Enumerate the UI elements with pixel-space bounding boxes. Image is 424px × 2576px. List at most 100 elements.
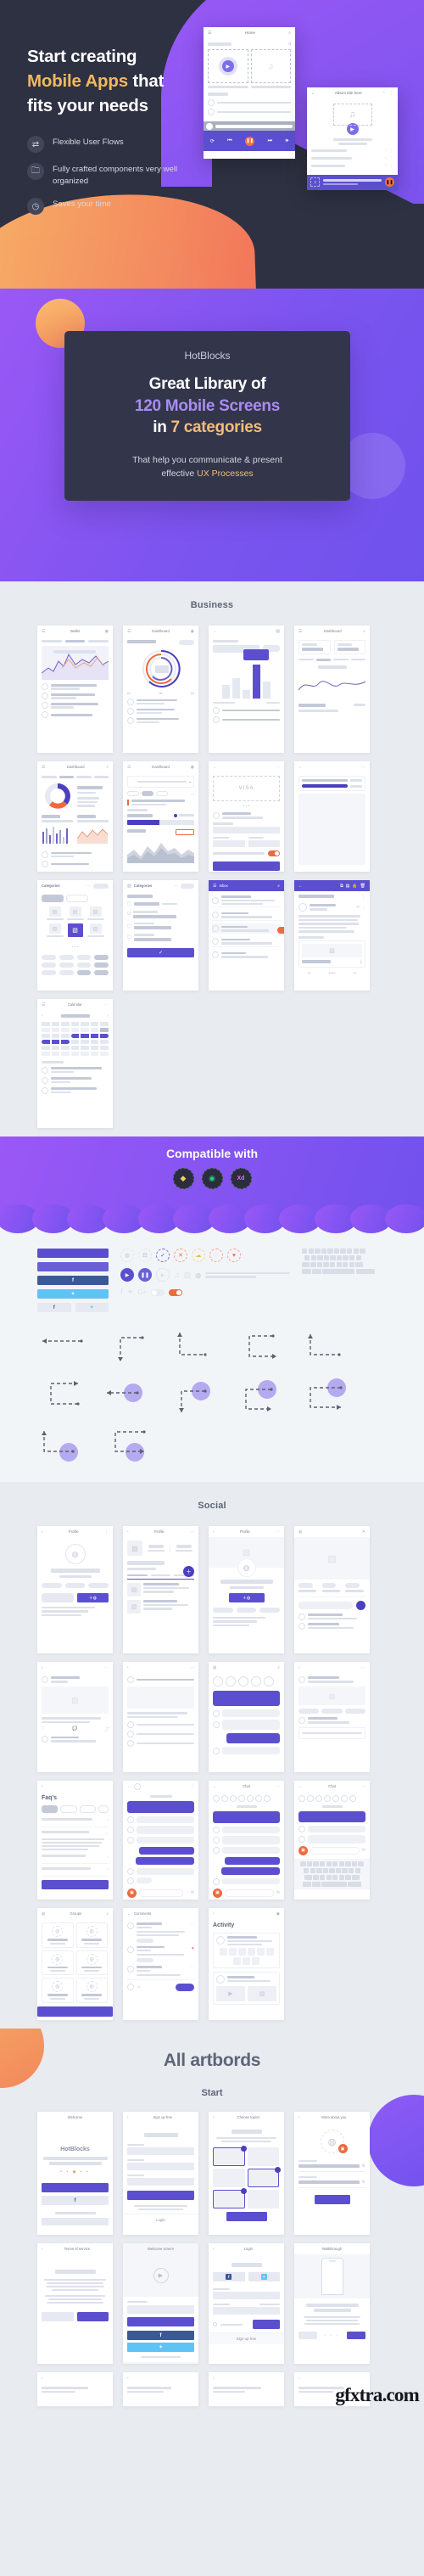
forward-icon[interactable]: ↪	[353, 971, 356, 976]
faq-item[interactable]: ›	[42, 1818, 109, 1827]
prev-month-icon[interactable]: ‹	[42, 1013, 43, 1019]
more-icon[interactable]: ⋯	[276, 765, 280, 770]
back-arrow-icon[interactable]: ‹	[127, 2115, 129, 2120]
password-field[interactable]	[127, 2178, 194, 2186]
chip-active[interactable]	[94, 955, 109, 960]
activity-card[interactable]: ▶ ▧	[213, 1971, 280, 2005]
screen-card[interactable]: ‹ Profile ⋮ ◍ ＋◍	[37, 1526, 113, 1653]
figma-logo-icon[interactable]: ◉	[201, 1168, 223, 1189]
chip[interactable]	[60, 1805, 77, 1813]
back-arrow-icon[interactable]: ‹	[298, 1665, 300, 1670]
story-avatar[interactable]	[226, 1676, 236, 1686]
swipe-action[interactable]	[277, 927, 284, 934]
get-started-button[interactable]	[42, 2183, 109, 2192]
download-icon[interactable]: ⤓	[360, 959, 362, 964]
screen-card[interactable]: ← ⧉ ▤ 🔒 🗑 ⋮ ↩ ⋮ ▧ ⤓ ↩ ↩↩ ↪	[294, 880, 370, 991]
camera-button[interactable]: ▣	[338, 2144, 348, 2153]
chip[interactable]	[59, 962, 74, 968]
search-icon[interactable]: ⌕	[106, 1911, 109, 1917]
back-arrow-icon[interactable]: ‹	[213, 2247, 215, 2252]
next-month-icon[interactable]: ›	[107, 1013, 109, 1019]
send-button[interactable]	[176, 1983, 194, 1991]
story-avatar[interactable]	[264, 1676, 274, 1686]
search-icon[interactable]: ⌕	[106, 765, 109, 770]
twitter-button[interactable]: ✦	[127, 2343, 194, 2352]
user-icon[interactable]: ◍	[120, 1249, 134, 1262]
back-arrow-icon[interactable]: ‹	[42, 1784, 43, 1789]
facebook-button[interactable]: f	[127, 2331, 194, 2340]
reply-chip[interactable]	[137, 1958, 153, 1963]
input-field[interactable]	[213, 840, 245, 848]
share-icon[interactable]: ⤴	[104, 1726, 109, 1732]
screen-card[interactable]: ← ▤	[209, 626, 284, 753]
story-avatar[interactable]	[238, 1795, 245, 1802]
more-vertical-icon[interactable]: ⋮	[190, 1784, 194, 1789]
secondary-button[interactable]	[42, 1592, 74, 1602]
more-icon[interactable]: ⋯	[361, 1665, 365, 1670]
action-bar[interactable]: ↩ ↩↩ ↪	[298, 971, 365, 976]
pagination[interactable]: ‹ ›	[191, 792, 194, 796]
thumb[interactable]	[233, 1956, 241, 1965]
screen-card[interactable]: ☰ Wallet ◉	[37, 626, 113, 753]
story-avatar[interactable]	[251, 1676, 261, 1686]
more-icon[interactable]: ⋯	[361, 1784, 365, 1789]
chip[interactable]	[42, 962, 56, 968]
field-value[interactable]	[298, 2164, 360, 2168]
chip-active[interactable]	[42, 1805, 59, 1813]
screen-card[interactable]: ☰ Dashboard ⌕	[294, 626, 370, 753]
faq-item[interactable]: ›	[42, 1867, 109, 1877]
thumb[interactable]	[228, 1947, 237, 1956]
tab-active[interactable]	[59, 776, 74, 779]
input-field[interactable]	[248, 840, 280, 848]
twitter-button[interactable]: ✦	[248, 2272, 280, 2281]
grid-tile-selected[interactable]: ▧	[66, 923, 84, 940]
tab-active[interactable]	[127, 1574, 148, 1577]
screen-card[interactable]: ← Comments ♡ ♥ ♡ ☺	[123, 1908, 198, 2020]
screen-card[interactable]: ← ⋮ ▣ ↑ ✉	[123, 1781, 198, 1900]
play-outline-icon[interactable]: ▶	[156, 1268, 170, 1282]
more-icon[interactable]: ⋯	[86, 884, 91, 889]
screen-card[interactable]: ‹ ◉ Activity ▶ ▧	[209, 1908, 284, 2020]
story-avatar[interactable]	[315, 1795, 322, 1802]
screen-card[interactable]: ‹	[123, 2372, 198, 2406]
user-icon[interactable]: ◍	[298, 1529, 302, 1535]
twitter-small-button[interactable]: ✦	[75, 1303, 109, 1312]
back-arrow-icon[interactable]: ←	[127, 1784, 131, 1789]
back-arrow-icon[interactable]: ←	[213, 1784, 217, 1789]
previous-icon[interactable]: ⏮	[227, 138, 232, 144]
back-arrow-icon[interactable]: ←	[127, 1911, 131, 1917]
back-arrow-icon[interactable]: ‹	[298, 2115, 300, 2120]
facebook-button[interactable]: f	[42, 2196, 109, 2205]
reply-field[interactable]	[298, 1727, 365, 1739]
pause-icon[interactable]: ❚❚	[385, 177, 394, 188]
group-card[interactable]: ◍	[42, 1922, 74, 1948]
screen-card[interactable]: ‹ ⋯	[123, 1662, 198, 1772]
search-icon[interactable]: ⌕	[277, 884, 280, 889]
camera-button[interactable]: ▣	[298, 1845, 308, 1855]
screen-card[interactable]: ‹ More about you ◍ ▣ ⚙ ⚙	[294, 2112, 370, 2235]
password-field[interactable]	[213, 2307, 280, 2315]
reply-icon[interactable]: ↩	[307, 971, 310, 976]
screen-card[interactable]: ← ⋯	[294, 761, 370, 872]
chip[interactable]	[66, 895, 88, 902]
screen-card[interactable]: ← ⋯ VISA • ▪ •	[209, 761, 284, 872]
screen-card[interactable]: Walkthrough • • •	[294, 2243, 370, 2364]
more-icon[interactable]: ⋯	[276, 1784, 280, 1789]
person-icon[interactable]: ◍	[195, 1271, 201, 1279]
card-footer-link[interactable]: Login	[123, 2214, 198, 2225]
email-field[interactable]	[213, 2292, 280, 2299]
name-field[interactable]	[127, 2147, 194, 2155]
back-arrow-icon[interactable]: ‹	[213, 1529, 215, 1535]
group-card[interactable]: ◍	[42, 1950, 74, 1976]
input-field[interactable]	[127, 2305, 194, 2314]
screen-card[interactable]: ‹ Terms of service	[37, 2243, 113, 2364]
back-arrow-icon[interactable]: ‹	[213, 2115, 215, 2120]
story-avatar[interactable]	[349, 1795, 356, 1802]
tab[interactable]	[298, 658, 314, 661]
reply-all-icon[interactable]: ↩↩	[328, 971, 335, 976]
tab[interactable]	[42, 640, 62, 643]
emoji-icon[interactable]: ☺	[137, 1984, 141, 1990]
primary-button[interactable]	[127, 2317, 194, 2326]
story-avatar[interactable]	[332, 1795, 339, 1802]
continue-button[interactable]	[226, 2212, 267, 2221]
